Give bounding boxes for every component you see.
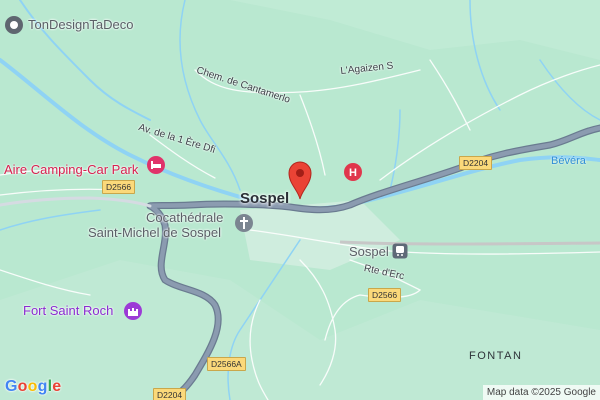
svg-text:H: H	[349, 167, 357, 179]
hospital-icon[interactable]: H	[343, 162, 363, 187]
road-shield-d2566-east: D2566	[368, 288, 402, 302]
road-shield-d2204-south: D2204	[153, 388, 187, 400]
landmark-icon[interactable]	[123, 301, 143, 326]
road-shield-d2566-west: D2566	[102, 180, 136, 194]
place-label-tondesign[interactable]: TonDesignTaDeco	[28, 18, 134, 31]
church-icon[interactable]	[234, 213, 254, 238]
place-label-cocathedrale-1[interactable]: Cocathédrale	[146, 211, 223, 224]
area-label-fontan: FONTAN	[469, 350, 523, 362]
river-label-bevera: Bévéra	[551, 155, 586, 167]
train-station-icon[interactable]	[392, 243, 408, 264]
town-label-sospel[interactable]: Sospel	[240, 191, 289, 206]
google-logo[interactable]: Google	[5, 378, 61, 396]
place-label-sospel-station[interactable]: Sospel	[349, 245, 389, 258]
road-shield-d2204-east: D2204	[459, 156, 493, 170]
place-label-fort-saint-roch[interactable]: Fort Saint Roch	[23, 304, 113, 317]
lodging-icon[interactable]	[146, 155, 166, 180]
google-logo-text: Google	[5, 378, 62, 395]
road-shield-d2566a: D2566A	[207, 357, 246, 371]
place-label-cocathedrale-2[interactable]: Saint-Michel de Sospel	[88, 226, 221, 239]
map-canvas[interactable]: TonDesignTaDeco Aire Camping-Car Park Co…	[0, 0, 600, 400]
location-pin-icon[interactable]	[287, 160, 313, 205]
map-attribution[interactable]: Map data ©2025 Google	[482, 385, 600, 400]
place-label-aire-camping[interactable]: Aire Camping-Car Park	[4, 163, 138, 176]
place-marker-icon[interactable]	[4, 15, 24, 40]
